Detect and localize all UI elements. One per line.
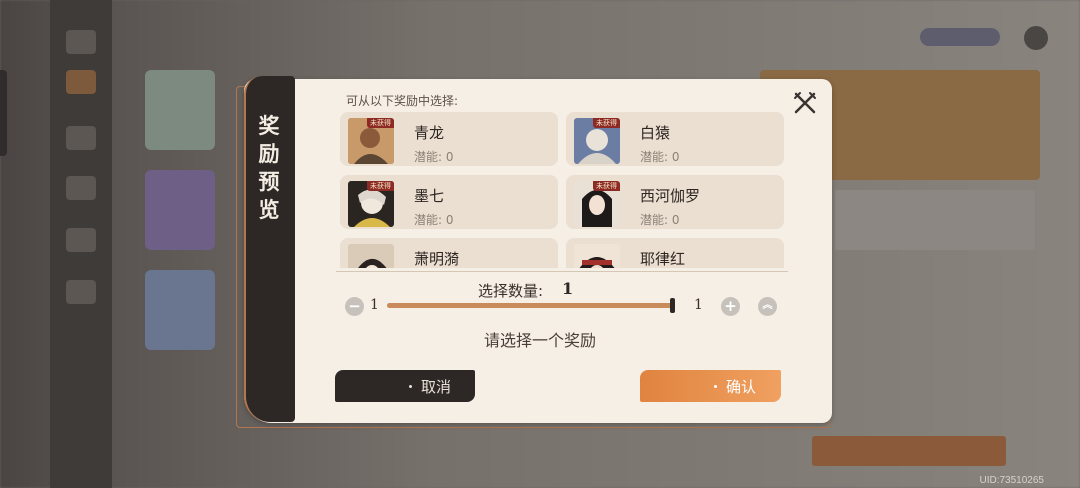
reward-name: 萧明漪 bbox=[414, 250, 460, 268]
plus-icon: + bbox=[724, 297, 737, 315]
reward-name: 西河伽罗 bbox=[640, 187, 701, 205]
not-obtained-badge: 未获得 bbox=[367, 181, 394, 191]
reward-potential: 潜能: 0 bbox=[414, 213, 454, 227]
divider bbox=[336, 271, 788, 272]
background-top-icon bbox=[1024, 26, 1048, 50]
cancel-label: 取消 bbox=[421, 378, 452, 396]
background-rail-icon bbox=[66, 126, 96, 150]
reward-card[interactable]: 未获得 西河伽罗 潜能: 0 bbox=[566, 175, 784, 229]
confirm-button[interactable]: 确认 bbox=[640, 370, 781, 402]
double-chevron-up-icon: ︽ bbox=[762, 300, 773, 311]
reward-card[interactable]: 未获得 白猿 潜能: 0 bbox=[566, 112, 784, 166]
increase-button[interactable]: + bbox=[721, 297, 740, 316]
close-icon[interactable] bbox=[792, 90, 818, 116]
not-obtained-badge: 未获得 bbox=[593, 118, 620, 128]
background-tile bbox=[145, 170, 215, 250]
reward-name: 白猿 bbox=[640, 124, 671, 142]
reward-name: 耶律红 bbox=[640, 250, 686, 268]
background-rail-icon bbox=[66, 70, 96, 94]
character-avatar: 未获得 bbox=[348, 118, 394, 164]
not-obtained-badge: 未获得 bbox=[367, 118, 394, 128]
reward-hint: 可从以下奖励中选择: bbox=[346, 94, 459, 108]
quantity-value: 1 bbox=[562, 279, 574, 298]
background-rail-icon bbox=[66, 176, 96, 200]
minus-icon: − bbox=[348, 297, 361, 315]
cancel-button[interactable]: 取消 bbox=[335, 370, 475, 402]
not-obtained-badge: 未获得 bbox=[593, 181, 620, 191]
uid-label: UID:73510265 bbox=[979, 475, 1045, 486]
character-avatar bbox=[348, 244, 394, 268]
quantity-label: 选择数量: bbox=[478, 282, 544, 300]
decrease-button[interactable]: − bbox=[345, 297, 364, 316]
character-avatar: 未获得 bbox=[574, 181, 620, 227]
reward-potential: 潜能: 0 bbox=[640, 213, 680, 227]
selection-prompt: 请选择一个奖励 bbox=[484, 331, 597, 350]
background-button bbox=[812, 436, 1006, 466]
slider-handle[interactable] bbox=[670, 298, 675, 313]
dot-icon bbox=[714, 385, 717, 388]
confirm-label: 确认 bbox=[726, 378, 757, 396]
reward-card[interactable]: 未获得 墨七 潜能: 0 bbox=[340, 175, 558, 229]
reward-potential: 潜能: 0 bbox=[414, 150, 454, 164]
character-avatar: 未获得 bbox=[348, 181, 394, 227]
dialog-title: 奖 励 预 览 bbox=[258, 113, 280, 222]
character-avatar bbox=[574, 244, 620, 268]
background-rail-icon bbox=[66, 30, 96, 54]
quantity-max: 1 bbox=[694, 297, 703, 313]
dot-icon bbox=[409, 385, 412, 388]
quantity-slider[interactable] bbox=[387, 303, 675, 308]
reward-name: 青龙 bbox=[414, 124, 445, 142]
reward-card[interactable]: 未获得 青龙 潜能: 0 bbox=[340, 112, 558, 166]
character-avatar: 未获得 bbox=[574, 118, 620, 164]
reward-card[interactable]: 耶律红 bbox=[566, 238, 784, 268]
background-rail-icon bbox=[66, 280, 96, 304]
background-rail-icon bbox=[66, 228, 96, 252]
quantity-min: 1 bbox=[370, 297, 379, 313]
background-tile bbox=[145, 270, 215, 350]
max-quantity-button[interactable]: ︽ bbox=[758, 297, 777, 316]
reward-potential: 潜能: 0 bbox=[640, 150, 680, 164]
background-block bbox=[835, 190, 1035, 250]
background-tile bbox=[145, 70, 215, 150]
reward-name: 墨七 bbox=[414, 187, 445, 205]
slider-fill bbox=[387, 303, 675, 308]
background-edge-tab bbox=[0, 70, 7, 156]
reward-list[interactable]: 未获得 青龙 潜能: 0 未获得 白猿 潜能: 0 未获得 墨七 潜能: 0 未… bbox=[336, 108, 788, 268]
reward-card[interactable]: 萧明漪 bbox=[340, 238, 558, 268]
background-top-pill bbox=[920, 28, 1000, 46]
